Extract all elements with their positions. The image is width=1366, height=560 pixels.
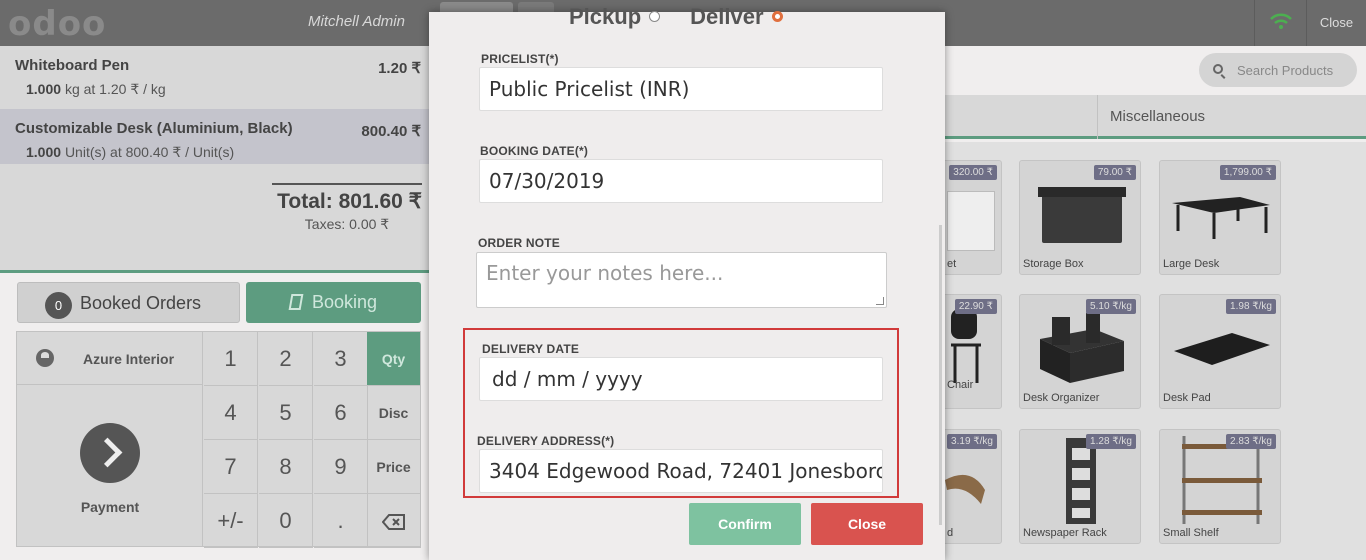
product-price: 1.28 ₹/kg [1086, 434, 1136, 449]
order-note-placeholder: Enter your notes here... [486, 261, 724, 285]
numpad-key-6[interactable]: 6 [314, 386, 368, 440]
order-note-label: ORDER NOTE [478, 236, 561, 250]
product-card[interactable]: 1.98 ₹/kg Desk Pad [1159, 294, 1281, 409]
delivery-date-field[interactable]: dd / mm / yyyy [479, 357, 883, 401]
product-name: Small Shelf [1163, 527, 1219, 539]
book-icon [288, 294, 304, 310]
backspace-icon[interactable] [367, 494, 421, 548]
product-name: d [947, 527, 954, 539]
mode-qty-button[interactable]: Qty [367, 332, 421, 386]
numpad-key-1[interactable]: 1 [204, 332, 258, 386]
numpad-key-2[interactable]: 2 [259, 332, 313, 386]
divider [1097, 95, 1098, 139]
order-total: Total: 801.60 ₹ [277, 190, 422, 213]
deliver-label: Deliver [690, 4, 764, 29]
booked-orders-button[interactable]: 0 Booked Orders [17, 282, 240, 323]
category-miscellaneous[interactable]: Miscellaneous [1110, 108, 1205, 125]
numpad-key-7[interactable]: 7 [204, 440, 258, 494]
payment-label: Payment [80, 499, 140, 515]
product-card[interactable]: 1,799.00 ₹ Large Desk [1159, 160, 1281, 275]
delivery-method-selector: Pickup Deliver [569, 4, 783, 30]
order-line-selected[interactable]: Customizable Desk (Aluminium, Black) 800… [0, 109, 429, 164]
booking-button[interactable]: Booking [246, 282, 421, 323]
delivery-address-label: DELIVERY ADDRESS(*) [477, 434, 615, 448]
numpad-key-sign[interactable]: +/- [204, 494, 258, 548]
numpad-key-8[interactable]: 8 [259, 440, 313, 494]
odoo-logo: odoo [8, 4, 107, 44]
delivery-address-field[interactable]: 3404 Edgewood Road, 72401 Jonesboro, Un [479, 449, 883, 493]
product-name: Desk Organizer [1023, 392, 1100, 404]
product-card[interactable]: 1.28 ₹/kg Newspaper Rack [1019, 429, 1141, 544]
order-line-detail: 1.000 Unit(s) at 800.40 ₹ / Unit(s) [26, 144, 235, 160]
cashier-name[interactable]: Mitchell Admin [308, 13, 405, 30]
order-taxes: Taxes: 0.00 ₹ [304, 216, 390, 232]
product-card[interactable]: 79.00 ₹ Storage Box [1019, 160, 1141, 275]
product-name: Chair [947, 379, 974, 391]
booked-orders-label: Booked Orders [80, 293, 202, 313]
customer-name: Azure Interior [83, 351, 175, 367]
resize-handle[interactable] [876, 297, 884, 305]
order-line-name: Customizable Desk (Aluminium, Black) [15, 120, 293, 137]
numpad-key-decimal[interactable]: . [314, 494, 368, 548]
search-input[interactable]: Search Products [1199, 53, 1357, 87]
product-price: 3.19 ₹/kg [947, 434, 997, 449]
booking-label: Booking [312, 292, 378, 312]
search-placeholder: Search Products [1237, 63, 1334, 78]
pricelist-label: PRICELIST(*) [481, 52, 559, 66]
product-name: Large Desk [1163, 258, 1220, 270]
category-bar: Miscellaneous [945, 95, 1366, 139]
numpad-key-9[interactable]: 9 [314, 440, 368, 494]
product-price: 1,799.00 ₹ [1219, 165, 1276, 180]
product-name: Desk Pad [1163, 392, 1211, 404]
product-card[interactable]: 2.83 ₹/kg Small Shelf [1159, 429, 1281, 544]
customer-button[interactable]: Azure Interior [17, 332, 203, 385]
chevron-right-icon [80, 423, 140, 483]
delivery-date-label: DELIVERY DATE [482, 342, 580, 356]
order-line-price: 1.20 ₹ [378, 60, 421, 77]
product-price: 320.00 ₹ [949, 165, 997, 180]
order-note-field[interactable]: Enter your notes here... [476, 252, 887, 308]
pickup-radio[interactable] [649, 10, 661, 22]
order-summary: Total: 801.60 ₹ Taxes: 0.00 ₹ [272, 183, 422, 233]
numpad-key-4[interactable]: 4 [204, 386, 258, 440]
booked-count-badge: 0 [45, 292, 72, 319]
product-card[interactable]: 5.10 ₹/kg Desk Organizer [1019, 294, 1141, 409]
order-line-name: Whiteboard Pen [15, 57, 130, 74]
order-line-detail: 1.000 kg at 1.20 ₹ / kg [26, 81, 166, 97]
product-price: 79.00 ₹ [1093, 165, 1136, 180]
numpad-key-0[interactable]: 0 [259, 494, 313, 548]
user-icon [36, 349, 54, 367]
control-pad: Azure Interior Payment 1 2 3 Qty 4 5 6 D… [16, 331, 421, 548]
order-line-price: 800.40 ₹ [361, 123, 421, 140]
deliver-radio[interactable] [771, 10, 783, 22]
numpad-key-3[interactable]: 3 [314, 332, 368, 386]
close-button[interactable]: Close [811, 503, 923, 545]
product-price: 22.90 ₹ [954, 299, 997, 314]
product-price: 2.83 ₹/kg [1226, 434, 1276, 449]
confirm-button[interactable]: Confirm [689, 503, 801, 545]
close-session-button[interactable]: Close [1306, 0, 1366, 46]
order-line[interactable]: Whiteboard Pen 1.20 ₹ 1.000 kg at 1.20 ₹… [0, 46, 429, 101]
product-name: Newspaper Rack [1023, 527, 1107, 539]
mode-price-button[interactable]: Price [367, 440, 421, 494]
booking-date-label: BOOKING DATE(*) [480, 144, 589, 158]
numpad-key-5[interactable]: 5 [259, 386, 313, 440]
search-icon [1213, 64, 1223, 74]
product-name: et [947, 258, 957, 270]
modal-scrollbar[interactable] [939, 225, 942, 525]
product-grid: 320.00 ₹ et 79.00 ₹ Storage Box 1,799.00… [880, 142, 1366, 560]
pricelist-field[interactable]: Public Pricelist (INR) [479, 67, 883, 111]
pickup-label: Pickup [569, 4, 642, 29]
divider [0, 270, 429, 273]
mode-disc-button[interactable]: Disc [367, 386, 421, 440]
product-name: Storage Box [1023, 258, 1084, 270]
booking-date-field[interactable]: 07/30/2019 [479, 159, 883, 203]
order-panel: Whiteboard Pen 1.20 ₹ 1.000 kg at 1.20 ₹… [0, 46, 429, 270]
booking-dialog: Pickup Deliver PRICELIST(*) Public Pricel… [429, 4, 945, 560]
wifi-icon [1254, 0, 1306, 46]
payment-button[interactable]: Payment [17, 385, 203, 547]
product-price: 1.98 ₹/kg [1226, 299, 1276, 314]
product-price: 5.10 ₹/kg [1086, 299, 1136, 314]
